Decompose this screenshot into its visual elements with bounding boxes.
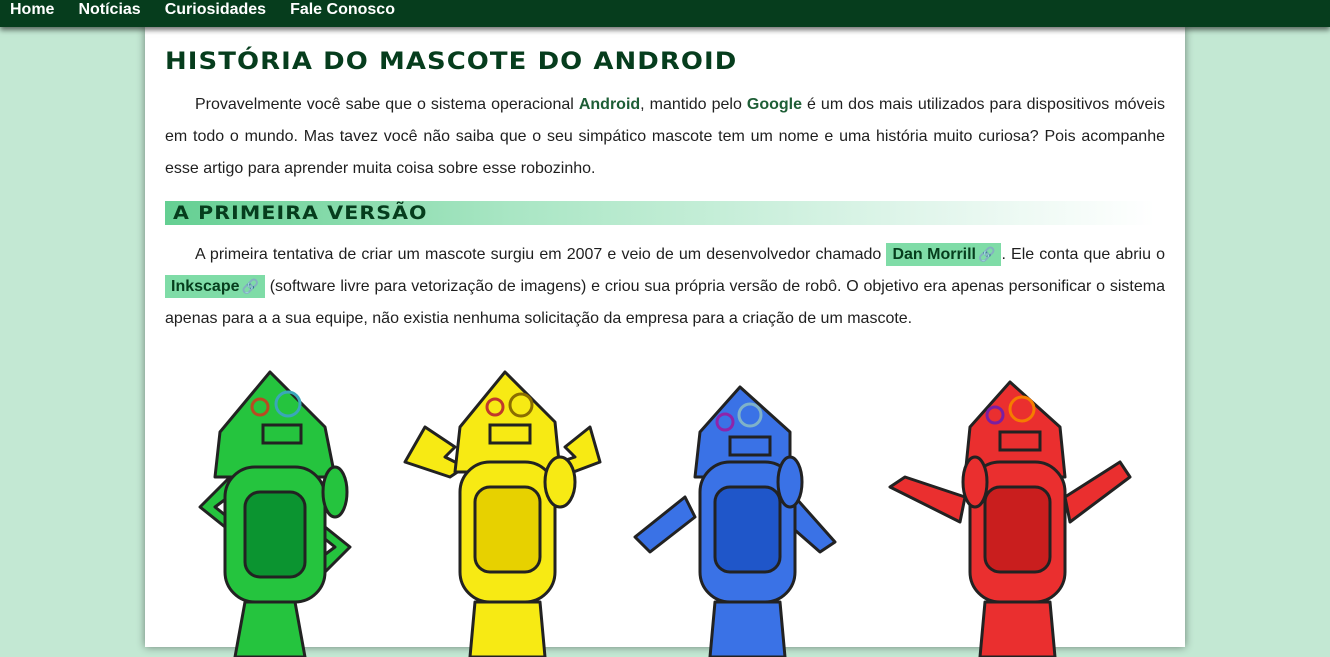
- android-highlight: Android: [578, 96, 641, 113]
- section-heading-primeira-versao: A primeira versão: [165, 201, 1155, 225]
- page-title: História do mascote do Android: [165, 47, 738, 75]
- nav-home-link[interactable]: Home: [10, 1, 54, 18]
- intro-paragraph: Provavelmente você sabe que o sistema op…: [165, 89, 1165, 185]
- section-text-2: . Ele conta que abriu o: [1001, 246, 1166, 263]
- main-nav: Home Notícias Curiosidades Fale Conosco: [0, 0, 1330, 27]
- nav-noticias-link[interactable]: Notícias: [78, 1, 140, 18]
- red-robot-icon: [888, 380, 1132, 657]
- blue-robot-icon: [633, 385, 837, 657]
- article-sheet: História do mascote do Android Provavelm…: [145, 27, 1185, 657]
- dan-morrill-link[interactable]: Dan Morrill 🔗: [886, 243, 1002, 266]
- top-navigation-bar: Home Notícias Curiosidades Fale Conosco: [0, 0, 1330, 27]
- intro-text-1: Provavelmente você sabe que o sistema op…: [195, 96, 579, 113]
- link-icon: 🔗: [978, 246, 996, 262]
- nav-fale-conosco-link[interactable]: Fale Conosco: [290, 1, 395, 18]
- inkscape-link[interactable]: Inkscape 🔗: [165, 275, 265, 298]
- section-paragraph: A primeira tentativa de criar um mascote…: [165, 239, 1165, 335]
- robot-mascots-illustration: [165, 367, 1145, 657]
- green-robot-icon: [198, 370, 352, 657]
- link-icon: 🔗: [241, 278, 259, 294]
- section-text-3: (software livre para vetorização de imag…: [165, 278, 1165, 327]
- google-highlight: Google: [746, 96, 802, 113]
- section-text-1: A primeira tentativa de criar um mascote…: [195, 246, 887, 263]
- inkscape-link-label: Inkscape: [171, 278, 240, 295]
- intro-text-2: , mantido pelo: [640, 96, 747, 113]
- section-heading-text: A primeira versão: [173, 202, 428, 224]
- dan-morrill-link-label: Dan Morrill: [892, 246, 976, 263]
- nav-curiosidades-link[interactable]: Curiosidades: [165, 1, 266, 18]
- yellow-robot-icon: [403, 370, 602, 657]
